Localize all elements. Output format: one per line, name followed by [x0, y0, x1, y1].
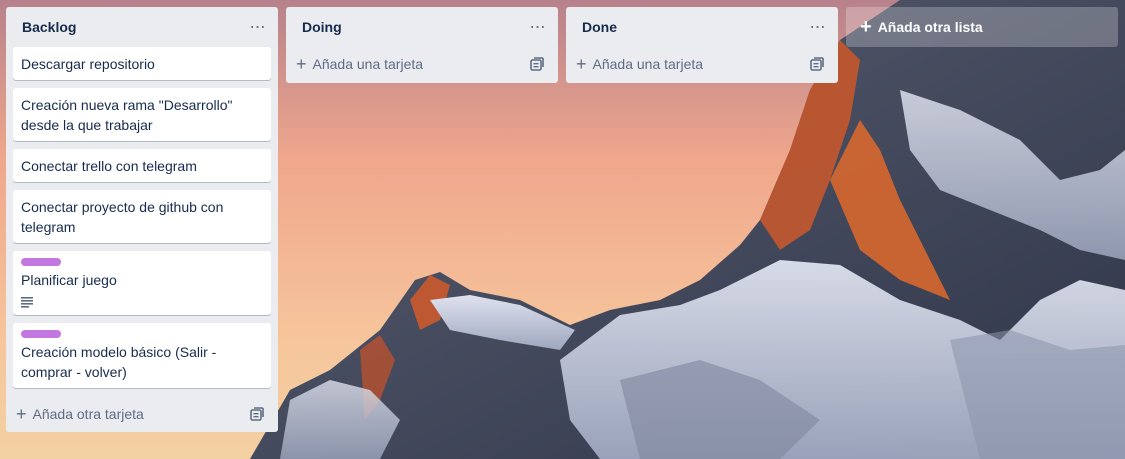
list-title[interactable]: Backlog	[22, 19, 76, 35]
plus-icon: +	[16, 404, 27, 424]
plus-icon: +	[576, 54, 587, 74]
add-list-label: Añada otra lista	[877, 19, 983, 35]
card-template-icon[interactable]	[530, 57, 544, 71]
card[interactable]: Planificar juego	[13, 251, 271, 315]
list-title[interactable]: Done	[582, 19, 617, 35]
card[interactable]: Creación modelo básico (Salir - comprar …	[13, 323, 271, 388]
list-title[interactable]: Doing	[302, 19, 342, 35]
ellipsis-icon[interactable]: ⋯	[526, 15, 550, 39]
card-title: Conectar trello con telegram	[21, 158, 197, 174]
list-footer: + Añada una tarjeta	[566, 45, 838, 83]
card[interactable]: Conectar proyecto de github con telegram	[13, 190, 271, 243]
list-header[interactable]: Doing ⋯	[286, 7, 558, 47]
list-done: Done ⋯ + Añada una tarjeta	[566, 7, 838, 83]
card-title: Creación modelo básico (Salir - comprar …	[21, 344, 217, 380]
card[interactable]: Descargar repositorio	[13, 47, 271, 80]
card-label[interactable]	[21, 258, 61, 266]
list-footer: + Añada otra tarjeta	[6, 396, 278, 432]
card-title: Planificar juego	[21, 272, 117, 288]
add-card-button[interactable]: + Añada otra tarjeta	[16, 405, 144, 423]
card-template-icon[interactable]	[810, 57, 824, 71]
ellipsis-icon[interactable]: ⋯	[246, 15, 270, 39]
add-card-label: Añada una tarjeta	[592, 56, 704, 72]
list-footer: + Añada una tarjeta	[286, 45, 558, 83]
card-title: Conectar proyecto de github con telegram	[21, 199, 224, 235]
card[interactable]: Creación nueva rama "Desarrollo" desde l…	[13, 88, 271, 141]
card-label[interactable]	[21, 330, 61, 338]
list-header[interactable]: Backlog ⋯	[6, 7, 278, 47]
add-card-label: Añada otra tarjeta	[32, 406, 144, 422]
list-doing: Doing ⋯ + Añada una tarjeta	[286, 7, 558, 83]
plus-icon: +	[296, 54, 307, 74]
card-title: Creación nueva rama "Desarrollo" desde l…	[21, 97, 233, 133]
add-list-button[interactable]: + Añada otra lista	[846, 7, 1118, 47]
list-header[interactable]: Done ⋯	[566, 7, 838, 47]
add-card-button[interactable]: + Añada una tarjeta	[296, 55, 423, 73]
add-card-label: Añada una tarjeta	[312, 56, 424, 72]
card-title: Descargar repositorio	[21, 56, 155, 72]
list-backlog: Backlog ⋯ Descargar repositorio Creación…	[6, 7, 278, 432]
add-card-button[interactable]: + Añada una tarjeta	[576, 55, 703, 73]
ellipsis-icon[interactable]: ⋯	[806, 15, 830, 39]
plus-icon: +	[860, 16, 872, 38]
description-icon	[21, 297, 33, 308]
card-list: Descargar repositorio Creación nueva ram…	[6, 47, 278, 388]
card[interactable]: Conectar trello con telegram	[13, 149, 271, 182]
card-template-icon[interactable]	[250, 407, 264, 421]
